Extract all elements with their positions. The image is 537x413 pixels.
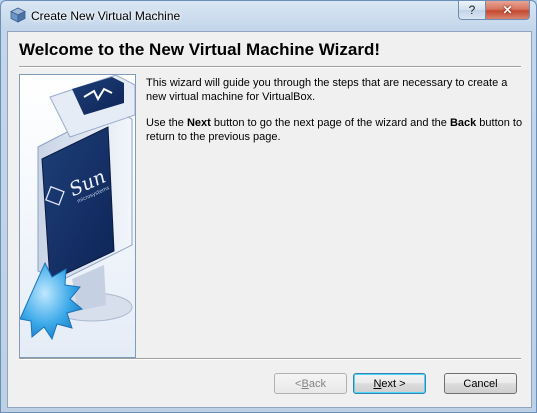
wizard-description: This wizard will guide you through the s… <box>146 76 524 156</box>
close-icon: ✕ <box>502 3 513 17</box>
paragraph2-text-1: Use the <box>146 117 187 129</box>
next-button[interactable]: Next > <box>353 373 426 394</box>
wizard-illustration: Sun microsystems <box>19 74 136 358</box>
virtualbox-icon <box>10 7 26 23</box>
description-paragraph-2: Use the Next button to go the next page … <box>146 116 524 144</box>
next-keyword: Next <box>186 117 211 129</box>
help-button[interactable]: ? <box>458 1 486 20</box>
help-icon: ? <box>468 3 476 17</box>
virtual-machine-illustration: Sun microsystems <box>20 75 135 341</box>
paragraph2-text-2: button to go the next page of the wizard… <box>210 117 450 129</box>
wizard-page: Welcome to the New Virtual Machine Wizar… <box>7 31 532 408</box>
wizard-window: Create New Virtual Machine ? ✕ Welcome t… <box>0 0 537 413</box>
cancel-button-label: Cancel <box>463 377 498 390</box>
footer-divider <box>19 358 521 360</box>
header-divider <box>19 66 521 68</box>
back-button-mnemonic: B <box>301 377 309 390</box>
next-button-label: ext > <box>381 377 406 390</box>
back-button-label: ack <box>308 377 326 390</box>
title-bar[interactable]: Create New Virtual Machine ? ✕ <box>1 1 536 31</box>
next-button-mnemonic: N <box>373 377 382 390</box>
close-button[interactable]: ✕ <box>486 1 530 20</box>
cancel-button[interactable]: Cancel <box>444 373 517 394</box>
back-button[interactable]: < Back <box>274 373 347 394</box>
description-paragraph-1: This wizard will guide you through the s… <box>146 77 508 103</box>
window-title: Create New Virtual Machine <box>31 9 181 23</box>
back-keyword: Back <box>449 117 477 129</box>
page-title: Welcome to the New Virtual Machine Wizar… <box>19 40 381 59</box>
